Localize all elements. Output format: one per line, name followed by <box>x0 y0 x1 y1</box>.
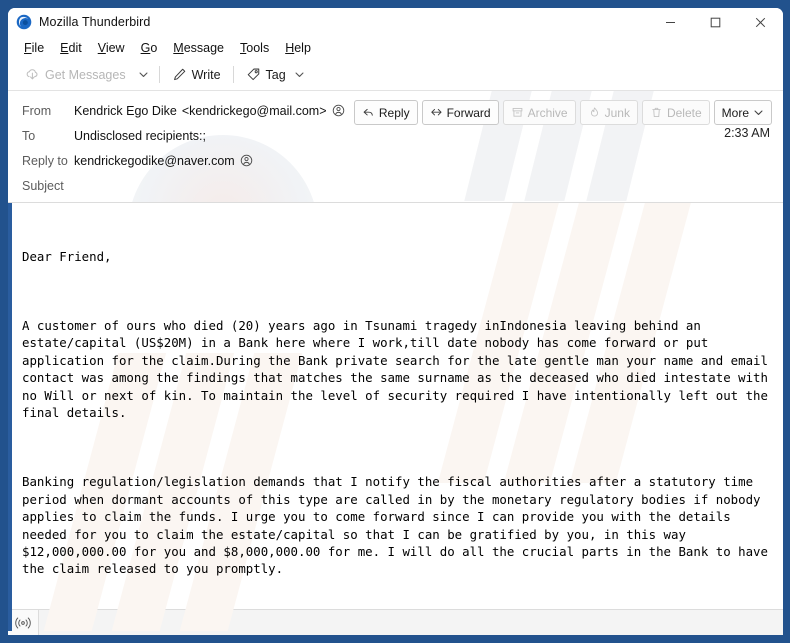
close-icon <box>755 17 766 27</box>
write-button[interactable]: Write <box>165 64 228 85</box>
body-paragraph-2: Banking regulation/legislation demands t… <box>22 474 776 577</box>
more-label: More <box>721 105 749 120</box>
from-value[interactable]: Kendrick Ego Dike <kendrickego@mail.com> <box>74 104 345 118</box>
from-label: From <box>22 103 52 118</box>
delete-button[interactable]: Delete <box>641 100 710 125</box>
body-paragraph-3: Please endeavor to observe utmost discre… <box>22 630 773 632</box>
menu-item-tools[interactable]: Tools <box>232 39 277 57</box>
quote-indicator-bar <box>8 203 12 631</box>
get-messages-dropdown[interactable] <box>133 66 154 83</box>
get-messages-label: Get Messages <box>45 67 126 82</box>
menu-item-file[interactable]: File <box>16 39 52 57</box>
archive-button[interactable]: Archive <box>502 100 576 125</box>
message-header: Reply Forward Archive Junk Delete More 2… <box>8 91 783 203</box>
forward-label: Forward <box>446 105 491 120</box>
junk-label: Junk <box>604 105 630 120</box>
thunderbird-window: Mozilla Thunderbird File Edit View Go Me… <box>0 0 790 643</box>
menu-item-edit[interactable]: Edit <box>52 39 90 57</box>
window-title: Mozilla Thunderbird <box>39 15 151 29</box>
body-greeting: Dear Friend, <box>22 248 112 264</box>
reply-to-label: Reply to <box>22 153 68 168</box>
tag-label: Tag <box>265 67 286 82</box>
menu-item-help[interactable]: Help <box>277 39 319 57</box>
header-row-reply-to: Reply to kendrickegodike@naver.com <box>8 148 783 173</box>
from-display-name: Kendrick Ego Dike <box>74 103 177 118</box>
flame-icon <box>590 107 598 117</box>
message-action-buttons: Reply Forward Archive Junk Delete More <box>353 100 772 125</box>
delete-label: Delete <box>666 105 702 120</box>
maximize-button[interactable] <box>693 8 738 36</box>
menu-item-go[interactable]: Go <box>133 39 166 57</box>
archive-box-icon <box>512 107 522 117</box>
pencil-icon <box>173 68 185 81</box>
junk-button[interactable]: Junk <box>579 100 638 125</box>
body-paragraph-1: A customer of ours who died (20) years a… <box>22 318 776 421</box>
download-cloud-icon <box>26 69 38 80</box>
chevron-down-icon <box>139 72 148 77</box>
contact-circle-icon[interactable] <box>332 104 345 117</box>
from-email-address: <kendrickego@mail.com> <box>181 103 327 118</box>
menu-bar: File Edit View Go Message Tools Help <box>8 36 783 59</box>
minimize-icon <box>666 21 675 23</box>
window-controls <box>648 8 783 36</box>
subject-label: Subject <box>22 178 64 193</box>
reply-button[interactable]: Reply <box>353 100 418 125</box>
toolbar-separator-2 <box>232 66 234 83</box>
toolbar-separator <box>158 66 160 83</box>
message-timestamp: 2:33 AM <box>724 126 770 140</box>
tag-button[interactable]: Tag <box>239 64 312 85</box>
close-button[interactable] <box>738 8 783 36</box>
message-body-text: Dear Friend, A customer of ours who died… <box>8 203 783 631</box>
to-value[interactable]: Undisclosed recipients:; <box>74 129 206 143</box>
reply-arrow-icon <box>363 108 373 116</box>
window-content: Mozilla Thunderbird File Edit View Go Me… <box>8 8 783 635</box>
more-button[interactable]: More <box>713 100 772 125</box>
reply-label: Reply <box>378 105 410 120</box>
thunderbird-logo-icon <box>16 14 32 30</box>
chevron-down-icon <box>754 110 763 115</box>
tag-icon <box>247 68 259 81</box>
reply-to-email-address: kendrickegodike@naver.com <box>74 153 235 168</box>
forward-arrow-icon <box>430 108 442 116</box>
archive-label: Archive <box>527 105 568 120</box>
header-row-subject: Subject <box>8 173 783 198</box>
header-row-to: To Undisclosed recipients:; <box>8 123 783 148</box>
to-label: To <box>22 128 36 143</box>
forward-button[interactable]: Forward <box>421 100 499 125</box>
maximize-icon <box>710 17 721 27</box>
menu-item-view[interactable]: View <box>90 39 133 57</box>
reply-to-value[interactable]: kendrickegodike@naver.com <box>74 154 253 168</box>
write-label: Write <box>191 67 221 82</box>
get-messages-button[interactable]: Get Messages <box>18 64 133 85</box>
menu-item-message[interactable]: Message <box>165 39 232 57</box>
main-toolbar: Get Messages Write Tag <box>8 59 783 91</box>
title-bar: Mozilla Thunderbird <box>8 8 783 36</box>
chevron-down-icon <box>295 72 304 77</box>
contact-circle-icon[interactable] <box>240 154 253 167</box>
message-body-pane: Dear Friend, A customer of ours who died… <box>8 203 783 631</box>
minimize-button[interactable] <box>648 8 693 36</box>
trash-icon <box>652 107 661 118</box>
